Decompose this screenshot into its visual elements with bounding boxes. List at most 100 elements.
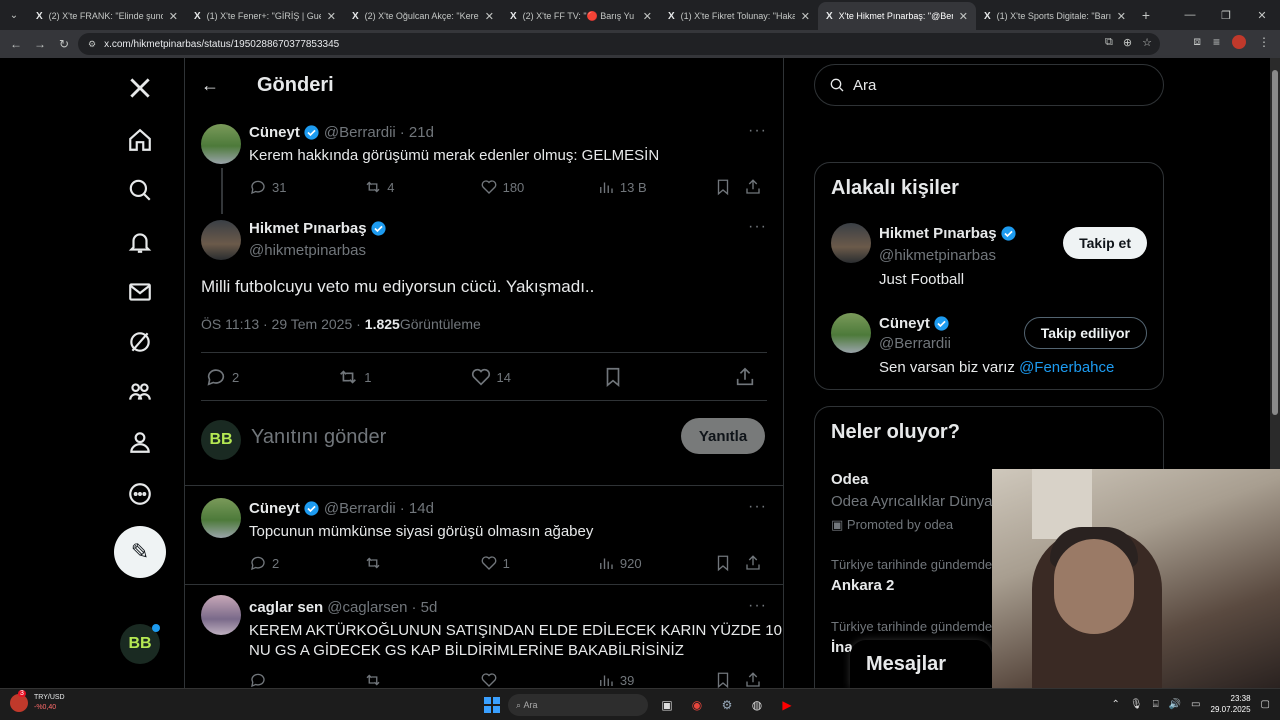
person-name[interactable]: Cüneyt: [879, 315, 930, 332]
bookmark-button[interactable]: [714, 671, 744, 688]
communities-icon[interactable]: [122, 374, 158, 410]
task-view-icon[interactable]: ▣: [656, 694, 678, 716]
author-name[interactable]: Cüneyt: [249, 500, 300, 517]
more-icon[interactable]: ···: [748, 597, 767, 615]
close-window-icon[interactable]: ✕: [1244, 9, 1280, 22]
like-button[interactable]: [480, 671, 597, 688]
chrome-icon[interactable]: ◉: [686, 694, 708, 716]
avatar[interactable]: [201, 220, 241, 260]
like-button[interactable]: 1: [480, 554, 597, 572]
avatar[interactable]: [831, 313, 871, 353]
new-tab-button[interactable]: +: [1134, 7, 1158, 23]
author-name[interactable]: Hikmet Pınarbaş: [249, 220, 367, 237]
mention-link[interactable]: @Fenerbahce: [1019, 359, 1114, 376]
zoom-icon[interactable]: ⊕: [1123, 36, 1132, 49]
views-button[interactable]: 13 B: [597, 178, 714, 196]
follow-button[interactable]: Takip et: [1063, 227, 1147, 259]
close-icon[interactable]: ✕: [643, 10, 652, 23]
repost-button[interactable]: 4: [364, 178, 479, 196]
network-icon[interactable]: ⌸: [1153, 699, 1159, 710]
youtube-icon[interactable]: ▶: [776, 694, 798, 716]
back-icon[interactable]: ←: [4, 37, 28, 51]
reply-post[interactable]: caglar sen @caglarsen · 5d ··· KEREM AKT…: [185, 585, 783, 688]
reload-icon[interactable]: ↻: [52, 37, 76, 51]
windows-start-icon[interactable]: [484, 697, 500, 713]
parent-post[interactable]: Cüneyt @Berrardii · 21d ··· Kerem hakkın…: [185, 112, 783, 214]
app-icon[interactable]: ◍: [746, 694, 768, 716]
explore-search-icon[interactable]: [122, 172, 158, 208]
extensions-icon[interactable]: ⧈: [1193, 34, 1201, 49]
forward-icon[interactable]: →: [28, 37, 52, 51]
taskbar-search[interactable]: ⌕ Ara: [508, 694, 648, 716]
post-time[interactable]: · 14d: [400, 500, 434, 517]
author-handle[interactable]: @Berrardii: [324, 124, 396, 141]
more-icon[interactable]: ···: [748, 498, 767, 516]
following-button[interactable]: Takip ediliyor: [1023, 317, 1147, 349]
currency-widget[interactable]: 3 TRY/USD -%0,40: [10, 690, 65, 713]
repost-button[interactable]: [364, 554, 479, 572]
browser-tab-active[interactable]: X X'te Hikmet Pınarbaş: "@Berra ✕: [818, 2, 976, 30]
avatar[interactable]: [831, 223, 871, 263]
clock[interactable]: 23:38 29.07.2025: [1211, 693, 1251, 715]
bookmark-button[interactable]: [602, 366, 734, 388]
composer-avatar[interactable]: BB: [201, 420, 241, 460]
views-button[interactable]: 920: [597, 554, 714, 572]
avatar[interactable]: [201, 595, 241, 635]
author-handle[interactable]: @Berrardii: [324, 500, 396, 517]
maximize-icon[interactable]: ❐: [1208, 9, 1244, 22]
address-bar[interactable]: ⚙ x.com/hikmetpinarbas/status/1950288670…: [78, 33, 1160, 55]
more-icon[interactable]: ···: [748, 122, 767, 140]
reply-button[interactable]: 2: [249, 554, 364, 572]
battery-icon[interactable]: ▭: [1191, 699, 1200, 710]
reading-list-icon[interactable]: ≡: [1213, 35, 1220, 49]
tab-search-icon[interactable]: ⌄: [0, 0, 28, 30]
trend-title[interactable]: Ankara 2: [831, 577, 894, 594]
profile-icon[interactable]: [122, 424, 158, 460]
share-button[interactable]: [744, 178, 767, 196]
share-button[interactable]: [744, 671, 767, 688]
close-icon[interactable]: ✕: [801, 10, 810, 23]
reply-button[interactable]: [249, 671, 364, 688]
account-avatar[interactable]: BB: [120, 624, 160, 664]
repost-button[interactable]: [364, 671, 479, 688]
reply-post[interactable]: Cüneyt @Berrardii · 14d ··· Topcunun müm…: [185, 486, 783, 584]
scrollbar-thumb[interactable]: [1272, 70, 1278, 415]
reply-button[interactable]: 31: [249, 178, 364, 196]
more-options-icon[interactable]: [122, 476, 158, 512]
browser-tab[interactable]: X (2) X'te FF TV: "🔴 Barış Yu ✕: [502, 2, 660, 30]
close-icon[interactable]: ✕: [327, 10, 336, 23]
trend-title[interactable]: Odea: [831, 471, 869, 488]
site-info-icon[interactable]: ⚙: [88, 39, 96, 50]
grok-icon[interactable]: [122, 324, 158, 360]
share-button[interactable]: [734, 366, 761, 388]
close-icon[interactable]: ✕: [169, 10, 178, 23]
x-logo-icon[interactable]: [122, 70, 158, 106]
author-name[interactable]: Cüneyt: [249, 124, 300, 141]
install-icon[interactable]: ⧉: [1105, 36, 1113, 49]
close-icon[interactable]: ✕: [485, 10, 494, 23]
avatar[interactable]: [201, 498, 241, 538]
browser-tab[interactable]: X (2) X'te Oğulcan Akçe: "Kerem ✕: [344, 2, 502, 30]
browser-tab[interactable]: X (1) X'te Sports Digitale: "Barış ✕: [976, 2, 1134, 30]
person-handle[interactable]: @hikmetpinarbas: [879, 247, 996, 264]
author-name[interactable]: caglar sen: [249, 599, 323, 616]
profile-avatar[interactable]: [1232, 34, 1246, 49]
person-handle[interactable]: @Berrardii: [879, 335, 951, 352]
share-button[interactable]: [744, 554, 767, 572]
post-time[interactable]: · 5d: [412, 599, 438, 616]
bookmark-button[interactable]: [714, 554, 744, 572]
browser-tab[interactable]: X (1) X'te Fener+: "GİRİŞ | Guess ✕: [186, 2, 344, 30]
minimize-icon[interactable]: —: [1172, 9, 1208, 21]
compose-post-button[interactable]: ✎: [114, 526, 166, 578]
messages-drawer[interactable]: Mesajlar: [850, 640, 992, 688]
microphone-icon[interactable]: 🎙: [1130, 699, 1143, 710]
reply-submit-button[interactable]: Yanıtla: [681, 418, 765, 454]
like-button[interactable]: 180: [480, 178, 597, 196]
author-handle[interactable]: @caglarsen: [327, 599, 407, 616]
avatar[interactable]: [201, 124, 241, 164]
like-button[interactable]: 14: [470, 366, 602, 388]
tray-chevron-icon[interactable]: ⌃: [1112, 699, 1120, 710]
bookmark-button[interactable]: [714, 178, 744, 196]
back-arrow-icon[interactable]: ←: [201, 75, 241, 96]
post-timestamp[interactable]: ÖS 11:13 · 29 Tem 2025 ·: [201, 316, 361, 332]
